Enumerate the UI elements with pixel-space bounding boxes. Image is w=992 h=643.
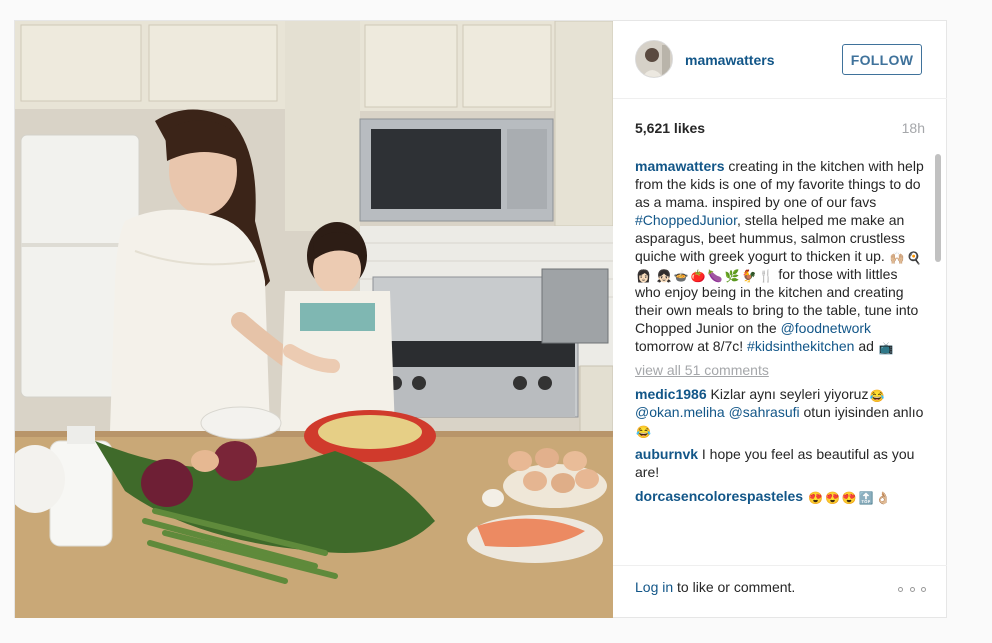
comment-item: auburnvk I hope you feel as beautiful as… [635,445,925,481]
emoji: 😂 [636,425,651,439]
post-stats: 5,621 likes 18h [635,120,925,138]
dot [898,586,903,592]
kitchen-photo [15,21,613,618]
post-timestamp[interactable]: 18h [902,120,925,136]
comment-item: dorcasencolorespasteles 😍 😍 😍 🔝 👌🏼 [635,487,925,505]
follow-button[interactable]: FOLLOW [842,44,922,75]
post-header: mamawatters FOLLOW [613,21,947,99]
mention-link[interactable]: @foodnetwork [781,320,871,336]
emoji: 🔝 [858,491,874,505]
comment-username[interactable]: dorcasencolorespasteles [635,488,803,504]
login-link[interactable]: Log in [635,579,673,595]
comment-text: Kizlar aynı seyleri yiyoruz [710,386,869,402]
emoji: 🍲 [673,269,689,283]
comment-username[interactable]: auburnvk [635,446,698,462]
more-options-icon[interactable] [898,580,926,598]
caption-username[interactable]: mamawatters [635,158,725,174]
scrollbar-thumb[interactable] [935,154,941,262]
dot [909,586,915,592]
post-card: mamawatters FOLLOW 5,621 likes 18h mamaw… [14,20,947,618]
tv-emoji: 📺 [878,341,894,355]
hashtag-link[interactable]: #ChoppedJunior [635,212,737,228]
caption: mamawatters creating in the kitchen with… [635,157,925,355]
comment-text: otun iyisinden anlıo [803,404,924,420]
post-username[interactable]: mamawatters [685,52,775,68]
emoji: 😂 [869,389,885,403]
avatar[interactable] [635,40,673,78]
login-prompt-text: to like or comment. [677,579,796,595]
hashtag-link[interactable]: #kidsinthekitchen [747,338,854,354]
dot [921,586,926,592]
side-panel: mamawatters FOLLOW 5,621 likes 18h mamaw… [613,21,947,618]
mention-link[interactable]: @okan.meliha [635,404,725,420]
caption-text: ad [858,338,874,354]
login-prompt: Log in to like or comment. [635,579,795,595]
comment-item: medic1986 Kizlar aynı seyleri yiyoruz😂 @… [635,385,925,439]
post-photo[interactable] [15,21,613,618]
post-footer: Log in to like or comment. [613,565,947,618]
emoji: 😍 [841,491,857,505]
comments-list[interactable]: mamawatters creating in the kitchen with… [635,157,925,549]
avatar-image [636,41,672,77]
emoji: 😍 [824,491,840,505]
likes-count[interactable]: 5,621 likes [635,120,705,136]
emoji: 🙌🏼 [889,251,905,265]
emoji: 🐓 [741,269,757,283]
emoji: 👩🏻 [636,269,651,283]
emoji: 👧🏻 [656,269,672,283]
view-all-comments-link[interactable]: view all 51 comments [635,361,925,379]
emoji: 🌿 [724,269,740,283]
emoji: 🍴 [758,269,774,283]
emoji: 👌🏼 [875,491,891,505]
mention-link[interactable]: @sahrasufi [729,404,800,420]
comments-scrollbar[interactable] [933,154,943,552]
emoji: 🍅 [690,269,706,283]
emoji: 🍳 [906,251,922,265]
comment-username[interactable]: medic1986 [635,386,707,402]
emoji: 😍 [807,491,823,505]
emoji: 🍆 [707,269,723,283]
caption-text: tomorrow at 8/7c! [635,338,744,354]
